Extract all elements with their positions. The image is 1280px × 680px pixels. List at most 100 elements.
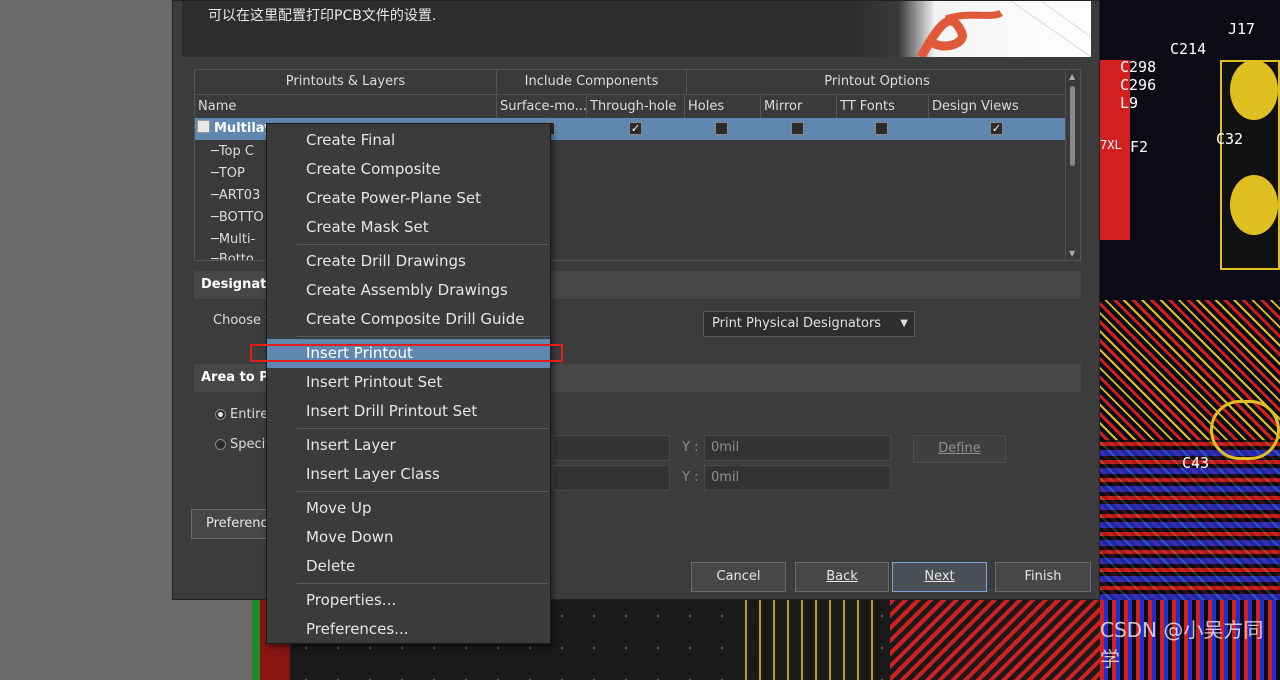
pcb-components xyxy=(745,600,875,680)
entire-sheet-radio[interactable] xyxy=(215,409,226,420)
dropdown-value: Print Physical Designators xyxy=(712,316,882,331)
back-button[interactable]: Back xyxy=(795,562,889,592)
pcb-label: 7XL xyxy=(1100,138,1122,152)
tree-child-label: Top C xyxy=(218,144,254,159)
group-header-row: Printouts & Layers Include Components Pr… xyxy=(195,70,1067,94)
menu-item-create-assembly-drawings[interactable]: Create Assembly Drawings xyxy=(267,276,550,305)
pcb-label: C298 xyxy=(1120,58,1157,76)
menu-separator xyxy=(297,491,549,492)
pdf-logo-graphic xyxy=(851,0,1092,60)
y1-value: 0mil xyxy=(711,440,740,455)
column-header-holes[interactable]: Holes xyxy=(685,95,761,119)
mirror-checkbox[interactable] xyxy=(791,122,804,135)
group-header: Printout Options xyxy=(824,74,930,89)
pcb-label: F2 xyxy=(1130,138,1149,156)
context-menu: Create Final Create Composite Create Pow… xyxy=(266,123,551,644)
tt-fonts-checkbox[interactable] xyxy=(875,122,888,135)
column-header-row: Name Surface-mo... Through-hole Holes Mi… xyxy=(195,94,1067,119)
specific-area-radio[interactable] xyxy=(215,439,226,450)
pcb-oval-pad xyxy=(1210,400,1280,460)
menu-item-insert-layer[interactable]: Insert Layer xyxy=(267,431,550,460)
y2-field[interactable]: 0mil xyxy=(704,465,891,491)
scroll-down-icon[interactable]: ▼ xyxy=(1069,249,1075,258)
menu-item-preferences[interactable]: Preferences... xyxy=(267,615,550,644)
pcb-label: J17 xyxy=(1228,20,1256,38)
menu-item-delete[interactable]: Delete xyxy=(267,552,550,581)
column-header-design-views[interactable]: Design Views xyxy=(929,95,1067,119)
group-header: Printouts & Layers xyxy=(195,70,497,94)
menu-item-create-final[interactable]: Create Final xyxy=(267,126,550,155)
tree-child-label: Botto xyxy=(218,252,254,260)
tree-root-label: Multilay xyxy=(214,121,273,136)
y-label: Y : xyxy=(682,470,699,485)
pcb-label: C32 xyxy=(1216,130,1244,148)
y1-field[interactable]: 0mil xyxy=(704,435,891,461)
design-views-checkbox[interactable]: ✓ xyxy=(990,122,1003,135)
highlight-annotation-box xyxy=(250,344,563,362)
define-button[interactable]: Define xyxy=(913,435,1006,463)
chevron-down-icon: ▼ xyxy=(900,318,908,329)
pcb-canvas-right[interactable]: J17 C214 C298 C296 L9 7XL F2 C32 C43 CSD… xyxy=(1100,0,1280,680)
menu-item-create-mask-set[interactable]: Create Mask Set xyxy=(267,213,550,242)
tree-child-label: BOTTO xyxy=(218,210,264,225)
watermark: CSDN @小吴方同学 xyxy=(1100,618,1264,671)
column-header-name[interactable]: Name xyxy=(195,95,497,119)
grid-scrollbar[interactable]: ▲ ▼ xyxy=(1065,70,1080,260)
finish-button[interactable]: Finish xyxy=(995,562,1091,592)
entire-label: Entire xyxy=(230,407,269,422)
menu-separator xyxy=(297,244,549,245)
holes-checkbox[interactable] xyxy=(715,122,728,135)
menu-item-move-down[interactable]: Move Down xyxy=(267,523,550,552)
pcb-traces xyxy=(890,600,1100,680)
tree-child-item[interactable]: ─Botto xyxy=(211,252,254,260)
menu-item-create-drill-drawings[interactable]: Create Drill Drawings xyxy=(267,247,550,276)
column-header-through-hole[interactable]: Through-hole xyxy=(587,95,685,119)
pcb-label: C43 xyxy=(1182,454,1210,472)
menu-item-create-composite-drill-guide[interactable]: Create Composite Drill Guide xyxy=(267,305,550,334)
tree-child-item[interactable]: ─Top C xyxy=(211,144,254,159)
y-label: Y : xyxy=(682,440,699,455)
scroll-up-icon[interactable]: ▲ xyxy=(1069,72,1075,81)
menu-item-insert-drill-printout-set[interactable]: Insert Drill Printout Set xyxy=(267,397,550,426)
wizard-header: 可以在这里配置打印PCB文件的设置. xyxy=(182,0,1092,60)
pcb-green-trace xyxy=(252,600,260,680)
menu-item-insert-layer-class[interactable]: Insert Layer Class xyxy=(267,460,550,489)
printout-icon xyxy=(197,120,210,133)
menu-item-properties[interactable]: Properties... xyxy=(267,586,550,615)
tree-root-item[interactable]: Multilay xyxy=(197,120,273,136)
section-title: Designato xyxy=(201,277,276,292)
header-description: 可以在这里配置打印PCB文件的设置. xyxy=(208,8,437,24)
scroll-thumb[interactable] xyxy=(1070,86,1075,166)
menu-item-create-composite[interactable]: Create Composite xyxy=(267,155,550,184)
pcb-capacitor-pad xyxy=(1230,175,1278,235)
tree-child-item[interactable]: ─Multi- xyxy=(211,232,255,247)
menu-item-create-power-plane-set[interactable]: Create Power-Plane Set xyxy=(267,184,550,213)
y2-value: 0mil xyxy=(711,470,740,485)
menu-separator xyxy=(297,428,549,429)
tree-child-label: TOP xyxy=(218,166,245,181)
group-header: Include Components xyxy=(497,70,687,94)
designators-dropdown[interactable]: Print Physical Designators ▼ xyxy=(703,311,915,337)
through-hole-checkbox[interactable]: ✓ xyxy=(629,122,642,135)
pcb-label: C296 xyxy=(1120,76,1157,94)
pcb-label: C214 xyxy=(1170,40,1207,58)
tree-child-label: Multi- xyxy=(218,232,256,247)
tree-child-item[interactable]: ─BOTTO xyxy=(211,210,264,225)
cancel-button[interactable]: Cancel xyxy=(691,562,786,592)
menu-separator xyxy=(297,336,549,337)
column-header-mirror[interactable]: Mirror xyxy=(761,95,837,119)
tree-child-item[interactable]: ─ART03 xyxy=(211,188,260,203)
tree-child-item[interactable]: ─TOP xyxy=(211,166,245,181)
x2-field[interactable] xyxy=(553,465,670,491)
column-header-tt-fonts[interactable]: TT Fonts xyxy=(837,95,929,119)
next-button[interactable]: Next xyxy=(892,562,987,592)
choose-label: Choose t xyxy=(213,313,271,328)
menu-item-insert-printout-set[interactable]: Insert Printout Set xyxy=(267,368,550,397)
menu-separator xyxy=(297,583,549,584)
pcb-label: L9 xyxy=(1120,94,1139,112)
pdf-icon xyxy=(917,0,1092,60)
tree-child-label: ART03 xyxy=(218,188,261,203)
column-header-surface[interactable]: Surface-mo... xyxy=(497,95,587,119)
menu-item-move-up[interactable]: Move Up xyxy=(267,494,550,523)
x1-field[interactable] xyxy=(553,435,670,461)
